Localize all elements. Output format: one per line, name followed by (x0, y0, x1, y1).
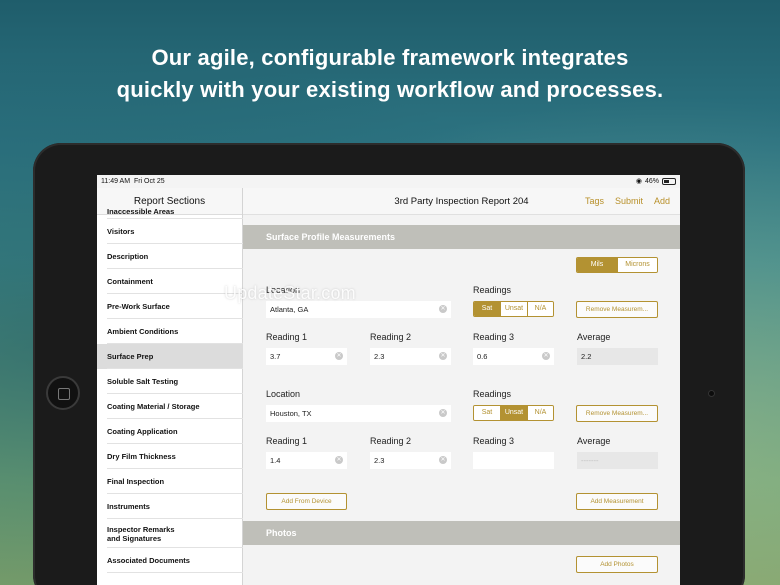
add-button[interactable]: Add (654, 188, 670, 215)
sidebar-item-instruments[interactable]: Instruments (97, 494, 243, 519)
reading-3-label: Reading 3 (473, 332, 515, 342)
home-button[interactable] (46, 376, 80, 410)
headline: Our agile, configurable framework integr… (0, 42, 780, 106)
reading-1-input-1[interactable]: 3.7 ✕ (266, 348, 347, 365)
clear-icon[interactable]: ✕ (439, 409, 447, 417)
status-time: 11:49 AM (101, 178, 131, 185)
readings-toggle-1[interactable]: Sat Unsat N/A (473, 301, 554, 317)
average-label: Average (577, 436, 611, 446)
readings-label: Readings (473, 285, 512, 295)
location-label: Location (266, 389, 301, 399)
tags-button[interactable]: Tags (585, 188, 604, 215)
sidebar-item-containment[interactable]: Containment (97, 269, 243, 294)
readings-unsat[interactable]: Unsat (500, 406, 527, 420)
sidebar-item-visitors[interactable]: Visitors (97, 219, 243, 244)
clear-icon[interactable]: ✕ (335, 352, 343, 360)
sidebar-item-coating-material-storage[interactable]: Coating Material / Storage (97, 394, 243, 419)
readings-na[interactable]: N/A (527, 302, 553, 316)
readings-sat[interactable]: Sat (474, 302, 500, 316)
section-photos: Photos (243, 521, 680, 545)
reading-2-label: Reading 2 (370, 436, 412, 446)
add-from-device-button[interactable]: Add From Device (266, 493, 347, 510)
watermark: UpdateStar.com (224, 283, 356, 303)
clear-icon[interactable]: ✕ (542, 352, 550, 360)
average-label: Average (577, 332, 611, 342)
sidebar-item-dry-film-thickness[interactable]: Dry Film Thickness (97, 444, 243, 469)
readings-label: Readings (473, 389, 512, 399)
units-mils[interactable]: Mils (577, 258, 617, 272)
reading-2-input-2[interactable]: 2.3 ✕ (370, 452, 451, 469)
reading-2-label: Reading 2 (370, 332, 412, 342)
units-toggle[interactable]: Mils Microns (576, 257, 658, 273)
sidebar-item-inspector-remarks[interactable]: Inspector Remarks and Signatures (97, 519, 243, 548)
reading-1-input-2[interactable]: 1.4 ✕ (266, 452, 347, 469)
status-bar: 11:49 AM Fri Oct 25 ◉ 46% (97, 175, 680, 188)
clear-icon[interactable]: ✕ (439, 352, 447, 360)
readings-unsat[interactable]: Unsat (500, 302, 527, 316)
average-value-2: ------- (577, 452, 658, 469)
remove-measurement-button-1[interactable]: Remove Measurem... (576, 301, 658, 318)
headline-line-2: quickly with your existing workflow and … (116, 77, 664, 102)
section-surface-profile: Surface Profile Measurements (243, 225, 680, 249)
reading-2-input-1[interactable]: 2.3 ✕ (370, 348, 451, 365)
readings-toggle-2[interactable]: Sat Unsat N/A (473, 405, 554, 421)
sidebar-item-description[interactable]: Description (97, 244, 243, 269)
average-value-1: 2.2 (577, 348, 658, 365)
add-measurement-button[interactable]: Add Measurement (576, 493, 658, 510)
location-input-2[interactable]: Houston, TX ✕ (266, 405, 451, 422)
clear-icon[interactable]: ✕ (335, 456, 343, 464)
remove-measurement-button-2[interactable]: Remove Measurem... (576, 405, 658, 422)
reading-3-input-1[interactable]: 0.6 ✕ (473, 348, 554, 365)
reading-1-label: Reading 1 (266, 436, 308, 446)
sidebar-item-associated-documents[interactable]: Associated Documents (97, 548, 243, 573)
sidebar-item-pre-work-surface[interactable]: Pre-Work Surface (97, 294, 243, 319)
submit-button[interactable]: Submit (615, 188, 643, 215)
battery-percent: 46% (644, 177, 659, 185)
sidebar-item-soluble-salt-testing[interactable]: Soluble Salt Testing (97, 369, 243, 394)
reading-3-label: Reading 3 (473, 436, 515, 446)
sidebar-item-ambient-conditions[interactable]: Ambient Conditions (97, 319, 243, 344)
headline-line-1: Our agile, configurable framework integr… (151, 45, 629, 70)
sidebar-item-inaccessible-areas[interactable]: Inaccessible Areas (97, 203, 243, 219)
readings-sat[interactable]: Sat (474, 406, 500, 420)
add-photos-button[interactable]: Add Photos (576, 556, 658, 573)
sidebar-item-final-inspection[interactable]: Final Inspection (97, 469, 243, 494)
units-microns[interactable]: Microns (617, 258, 657, 272)
reading-1-label: Reading 1 (266, 332, 308, 342)
clear-icon[interactable]: ✕ (439, 456, 447, 464)
clear-icon[interactable]: ✕ (439, 305, 447, 313)
wifi-icon: ◉ (635, 178, 642, 185)
reading-3-input-2[interactable] (473, 452, 554, 469)
status-date: Fri Oct 25 (133, 178, 165, 185)
report-sections-sidebar: Report Sections Inaccessible Areas Visit… (97, 188, 243, 585)
camera-icon (708, 390, 715, 397)
navbar: 3rd Party Inspection Report 204 Tags Sub… (243, 188, 680, 215)
tablet-screen: 11:49 AM Fri Oct 25 ◉ 46% Report Section… (97, 175, 680, 585)
readings-na[interactable]: N/A (527, 406, 553, 420)
battery-icon (662, 177, 676, 185)
main-panel: 3rd Party Inspection Report 204 Tags Sub… (243, 188, 680, 585)
sidebar-item-surface-prep[interactable]: Surface Prep (97, 344, 243, 369)
sidebar-item-coating-application[interactable]: Coating Application (97, 419, 243, 444)
